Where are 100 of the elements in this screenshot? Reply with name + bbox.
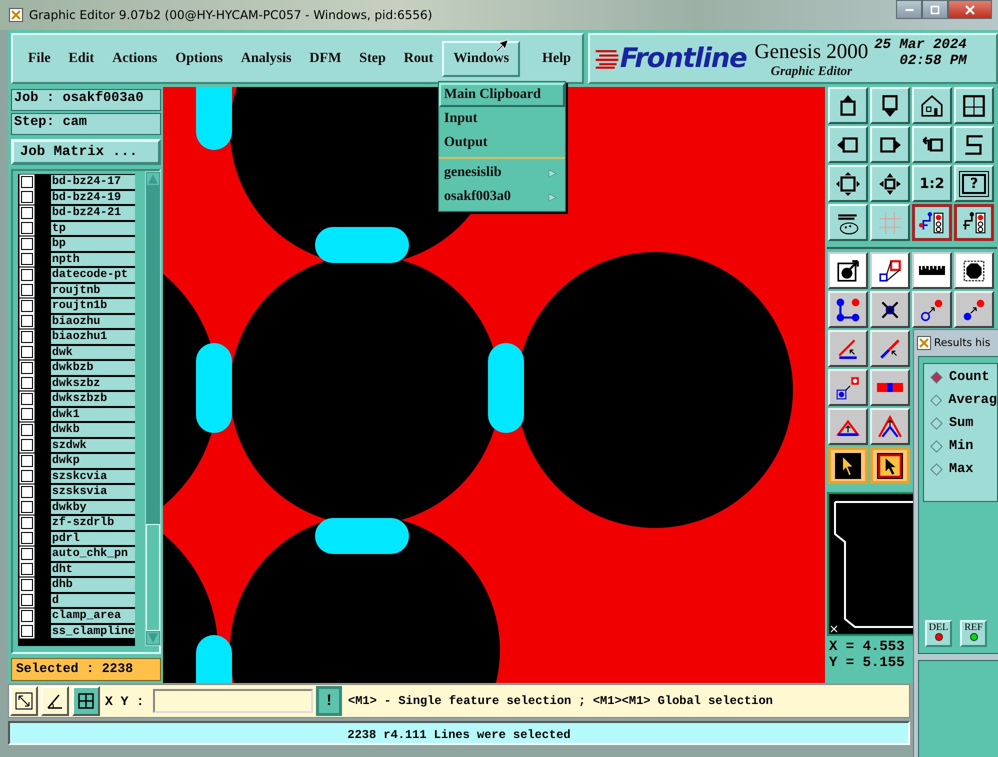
layer-checkbox[interactable] xyxy=(21,625,33,638)
layer-checkbox[interactable] xyxy=(21,253,33,266)
radio-button[interactable] xyxy=(930,440,943,453)
tool-button[interactable] xyxy=(828,447,868,484)
menu-item[interactable]: Actions xyxy=(103,40,166,76)
job-matrix-button[interactable]: Job Matrix ... xyxy=(11,139,161,165)
minimize-button[interactable] xyxy=(896,0,922,19)
option-label[interactable]: Max xyxy=(949,462,974,477)
layer-checkbox[interactable] xyxy=(21,176,33,188)
layer-checkbox[interactable] xyxy=(21,206,33,219)
layer-name[interactable]: bd-bz24-19 xyxy=(51,190,135,204)
layer-name[interactable]: dwkb xyxy=(51,423,135,436)
scrollbar-thumb[interactable] xyxy=(146,524,160,631)
menu-item[interactable]: Output xyxy=(439,131,548,155)
layer-name[interactable]: bd-bz24-17 xyxy=(51,175,135,188)
layer-checkbox[interactable] xyxy=(21,268,33,281)
layer-checkbox[interactable] xyxy=(21,284,33,296)
menu-item[interactable]: osakf003a0 xyxy=(439,185,548,209)
layer-name[interactable]: ss_clampline xyxy=(51,624,135,638)
layer-name[interactable]: dhb xyxy=(51,578,135,592)
tool-button[interactable] xyxy=(870,447,910,484)
tool-button[interactable] xyxy=(954,204,994,241)
layer-checkbox[interactable] xyxy=(21,238,33,250)
radio-button[interactable] xyxy=(930,463,943,476)
layer-checkbox[interactable] xyxy=(21,330,33,343)
radio-button[interactable] xyxy=(930,371,943,384)
layer-checkbox[interactable] xyxy=(21,610,33,622)
layer-name[interactable]: auto_chk_pn xyxy=(51,547,135,560)
maximize-button[interactable] xyxy=(922,0,948,19)
layer-checkbox[interactable] xyxy=(21,578,33,591)
results-button[interactable]: DEL xyxy=(925,620,952,647)
layer-name[interactable]: dwkbzb xyxy=(51,361,135,374)
menu-item[interactable]: Step xyxy=(350,40,395,76)
layer-name[interactable]: pdrl xyxy=(51,532,135,545)
layer-checkbox[interactable] xyxy=(21,454,33,467)
menu-item[interactable]: Windows xyxy=(442,40,520,76)
layer-checkbox[interactable] xyxy=(21,470,33,482)
results-button[interactable]: REF xyxy=(960,620,987,647)
layer-name[interactable]: dwkp xyxy=(51,454,135,468)
layer-name[interactable]: clamp_area xyxy=(51,609,135,622)
layer-checkbox[interactable] xyxy=(21,563,33,576)
layer-checkbox[interactable] xyxy=(21,315,33,328)
layer-checkbox[interactable] xyxy=(21,424,33,436)
layer-checkbox[interactable] xyxy=(21,548,33,560)
layer-checkbox[interactable] xyxy=(21,362,33,374)
layer-name[interactable]: szdwk xyxy=(51,438,135,452)
menu-item[interactable]: File xyxy=(19,40,60,76)
layer-name[interactable]: npth xyxy=(51,252,135,266)
layer-checkbox[interactable] xyxy=(21,191,33,204)
tool-button[interactable]: ? xyxy=(954,165,994,202)
layer-name[interactable]: dwk1 xyxy=(51,408,135,421)
layer-name[interactable]: roujtn1b xyxy=(51,299,135,312)
option-label[interactable]: Averag xyxy=(948,393,997,408)
layer-checkbox[interactable] xyxy=(21,532,33,544)
angle-button[interactable] xyxy=(41,686,69,716)
zoom-button[interactable] xyxy=(10,686,38,716)
tool-button[interactable]: 1:2 xyxy=(912,165,952,202)
grid-snap-button[interactable] xyxy=(72,686,100,716)
layer-checkbox[interactable] xyxy=(21,346,33,358)
menu-item[interactable]: Edit xyxy=(60,40,104,76)
layer-checkbox[interactable] xyxy=(21,408,33,420)
close-button[interactable] xyxy=(948,0,992,19)
layer-name[interactable]: szskcvia xyxy=(51,470,135,483)
menu-item[interactable]: Input xyxy=(439,107,548,131)
layer-name[interactable]: dwk xyxy=(51,346,135,359)
radio-button[interactable] xyxy=(930,394,942,407)
layer-checkbox[interactable] xyxy=(21,439,33,452)
menu-item[interactable]: Main Clipboard xyxy=(439,83,565,107)
layer-checkbox[interactable] xyxy=(21,222,33,234)
menu-item[interactable]: genesislib xyxy=(439,161,548,185)
layer-name[interactable]: datecode-pt xyxy=(51,268,135,282)
exclamation-button[interactable]: ! xyxy=(316,686,342,716)
layer-name[interactable]: biaozhu1 xyxy=(51,330,135,344)
layer-name[interactable]: dwkszbz xyxy=(51,376,135,390)
layer-name[interactable]: dwkszbzb xyxy=(51,392,135,406)
layer-checkbox[interactable] xyxy=(21,300,33,312)
menu-item[interactable]: Help xyxy=(533,40,580,76)
layer-checkbox[interactable] xyxy=(21,516,33,529)
layer-name[interactable]: dht xyxy=(51,562,135,576)
layer-name[interactable]: biaozhu xyxy=(51,314,135,328)
layer-name[interactable]: bp xyxy=(51,237,135,250)
scrollbar[interactable] xyxy=(144,171,161,646)
layer-name[interactable]: zf-szdrlb xyxy=(51,516,135,530)
option-label[interactable]: Count xyxy=(949,370,990,385)
layer-name[interactable]: tp xyxy=(51,222,135,235)
layer-name[interactable]: szsksvia xyxy=(51,485,135,498)
menu-item[interactable]: Rout xyxy=(394,40,442,76)
xy-input-field[interactable] xyxy=(153,689,314,713)
menu-item[interactable]: Analysis xyxy=(232,40,300,76)
layer-checkbox[interactable] xyxy=(21,594,33,606)
layer-name[interactable]: roujtnb xyxy=(51,284,135,297)
menu-item[interactable]: DFM xyxy=(300,40,350,76)
layer-checkbox[interactable] xyxy=(21,486,33,498)
tool-button[interactable] xyxy=(912,204,952,241)
layer-name[interactable]: bd-bz24-21 xyxy=(51,206,135,220)
menu-item[interactable]: Options xyxy=(166,40,232,76)
layer-checkbox[interactable] xyxy=(21,377,33,390)
layer-checkbox[interactable] xyxy=(21,501,33,514)
layer-name[interactable]: d xyxy=(51,594,135,607)
option-label[interactable]: Min xyxy=(949,439,974,454)
